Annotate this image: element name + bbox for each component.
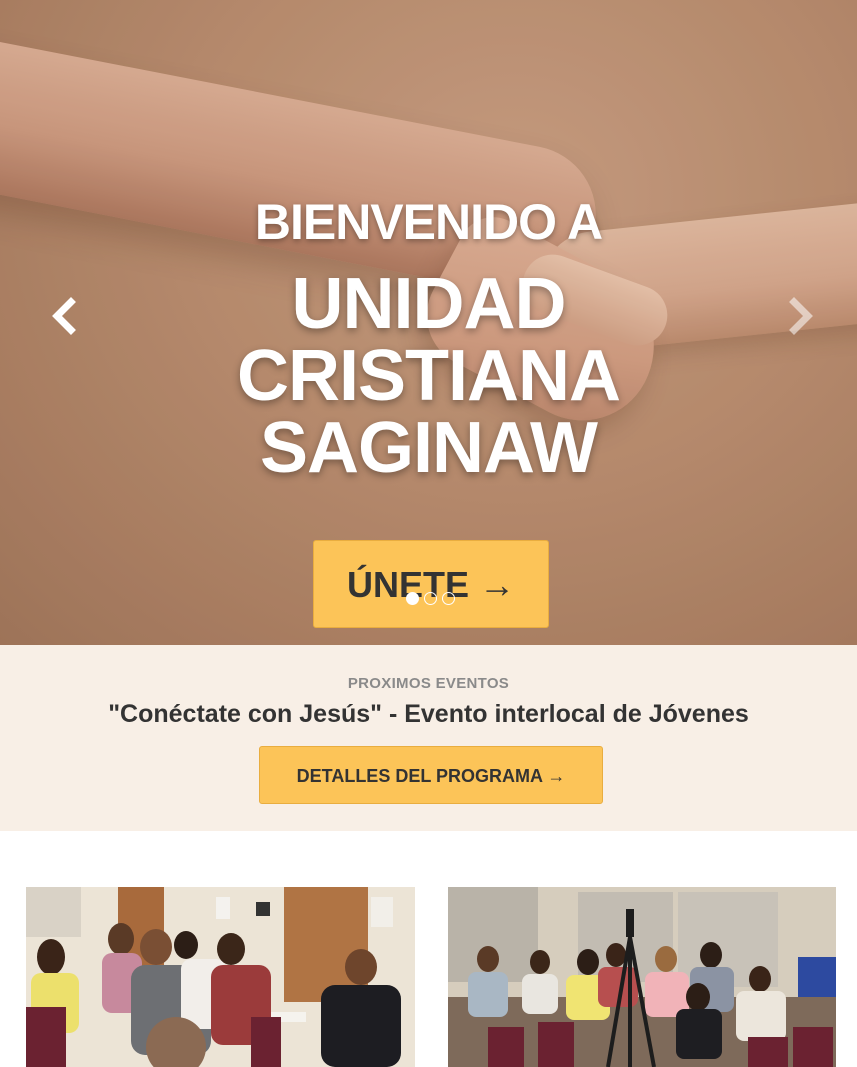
- carousel-prev-button[interactable]: [45, 296, 85, 336]
- hero-carousel: BIENVENIDO A UNIDAD CRISTIANA SAGINAW ÚN…: [0, 0, 857, 645]
- chevron-left-icon: [52, 297, 76, 335]
- hero-title-line: SAGINAW: [259, 408, 598, 488]
- chevron-right-icon: [789, 297, 813, 335]
- hero-title-line: CRISTIANA: [237, 336, 621, 416]
- carousel-dot[interactable]: [406, 592, 419, 605]
- event-photo-right: [448, 887, 836, 1067]
- carousel-dot[interactable]: [442, 592, 455, 605]
- program-details-button[interactable]: DETALLES DEL PROGRAMA →: [259, 746, 603, 804]
- join-button[interactable]: ÚNETE →: [313, 540, 549, 628]
- carousel-indicators: [406, 592, 455, 605]
- carousel-dot[interactable]: [424, 592, 437, 605]
- event-photo-left: [26, 887, 415, 1067]
- arrow-right-icon: →: [479, 564, 516, 605]
- carousel-next-button[interactable]: [780, 296, 820, 336]
- hero-title-line: UNIDAD: [291, 264, 567, 344]
- upcoming-events: PROXIMOS EVENTOS "Conéctate con Jesús" -…: [0, 645, 857, 831]
- hero-title: UNIDAD CRISTIANA SAGINAW: [0, 268, 857, 484]
- hero-kicker: BIENVENIDO A: [254, 194, 603, 250]
- event-title: "Conéctate con Jesús" - Evento interloca…: [108, 700, 749, 728]
- events-kicker: PROXIMOS EVENTOS: [347, 675, 510, 692]
